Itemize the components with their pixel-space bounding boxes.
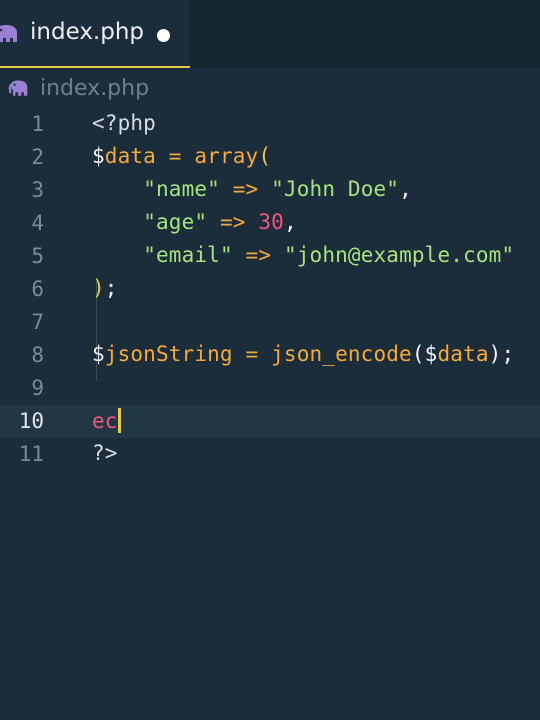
tab-index-php[interactable]: index.php <box>0 0 190 68</box>
code-token: ( <box>258 144 272 168</box>
tab-label: index.php <box>30 19 145 45</box>
code-token: ; <box>104 276 118 300</box>
breadcrumb-file[interactable]: index.php <box>40 76 149 101</box>
line-number: 2 <box>31 145 44 169</box>
code-text[interactable]: ?> <box>92 441 118 465</box>
code-text[interactable]: <?php <box>92 111 156 135</box>
code-token: ( <box>411 342 425 366</box>
code-line[interactable]: 3 "name" => "John Doe", <box>0 174 540 207</box>
code-line[interactable]: 11 ?> <box>0 438 540 471</box>
code-token: "age" <box>143 210 208 234</box>
code-token: "John Doe" <box>271 177 400 201</box>
code-token: => <box>207 210 259 234</box>
code-token: = <box>155 144 195 168</box>
code-token: "email" <box>143 243 233 267</box>
code-token: => <box>219 177 272 201</box>
code-token: ec <box>92 409 118 433</box>
code-token: ; <box>501 342 515 366</box>
code-token: $ <box>92 342 105 366</box>
text-cursor <box>117 408 121 433</box>
code-line[interactable]: 10 ec <box>0 405 540 438</box>
code-token: array <box>194 144 259 168</box>
code-token: "name" <box>143 177 220 201</box>
code-line[interactable]: 5 "email" => "john@example.com" <box>0 240 540 273</box>
line-number: 4 <box>31 211 44 235</box>
line-number: 5 <box>31 244 44 268</box>
code-token: ) <box>92 276 105 300</box>
line-number: 9 <box>31 376 44 400</box>
unsaved-dot-icon[interactable] <box>157 29 170 42</box>
line-number: 8 <box>31 343 44 367</box>
code-token: ) <box>488 342 502 366</box>
code-text[interactable]: ec <box>92 408 121 433</box>
code-token: , <box>283 210 297 234</box>
code-line[interactable]: 1 <?php <box>0 108 540 141</box>
code-text[interactable]: $data = array( <box>92 144 271 168</box>
code-token: $ <box>92 144 105 168</box>
code-token: json_encode <box>271 342 412 366</box>
code-token: => <box>232 243 284 267</box>
code-token: 30 <box>258 210 284 234</box>
code-line[interactable]: 9 <box>0 372 540 405</box>
tab-bar: index.php <box>0 0 540 68</box>
code-editor[interactable]: 1 <?php 2 $data = array(3 "name" => "John D… <box>0 108 540 720</box>
line-number: 10 <box>18 409 44 433</box>
php-elephant-icon <box>8 80 28 96</box>
code-token: data <box>437 342 489 366</box>
code-token: data <box>104 144 156 168</box>
code-token: <?php <box>92 111 156 135</box>
code-line[interactable]: 8 $jsonString = json_encode($data); <box>0 339 540 372</box>
code-text[interactable]: "email" => "john@example.com" <box>92 243 514 267</box>
line-number: 7 <box>31 310 44 334</box>
code-token: ?> <box>92 441 118 465</box>
code-token: = <box>232 342 272 366</box>
code-line[interactable]: 4 "age" => 30, <box>0 207 540 240</box>
code-text[interactable]: "age" => 30, <box>92 210 297 234</box>
code-text[interactable]: ); <box>92 276 118 300</box>
code-token: "john@example.com" <box>283 243 515 267</box>
code-token: $ <box>424 342 438 366</box>
code-text[interactable]: "name" => "John Doe", <box>92 177 412 201</box>
code-line[interactable]: 6); <box>0 273 540 306</box>
code-line[interactable]: 7 <box>0 306 540 339</box>
code-text[interactable]: $jsonString = json_encode($data); <box>92 342 514 366</box>
line-number: 1 <box>31 112 44 136</box>
line-number: 3 <box>31 178 44 202</box>
code-token: , <box>399 177 412 201</box>
breadcrumb: index.php <box>0 70 540 108</box>
line-number: 11 <box>18 442 44 466</box>
line-number: 6 <box>31 277 44 301</box>
code-line[interactable]: 2 $data = array( <box>0 141 540 174</box>
php-elephant-icon <box>0 25 17 42</box>
code-token: jsonString <box>104 342 233 366</box>
